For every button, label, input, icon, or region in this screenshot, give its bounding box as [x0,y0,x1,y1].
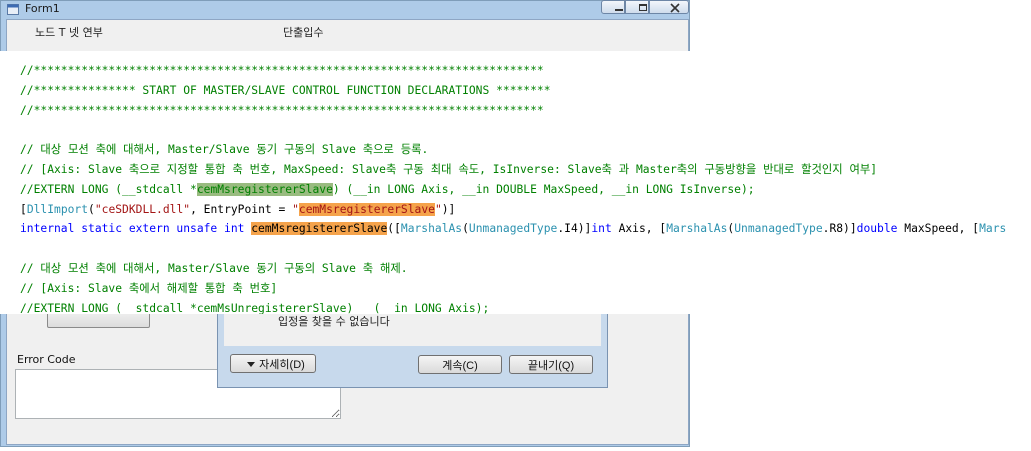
code-token: " [434,202,442,216]
code-line: // [Axis: Slave 축에서 해제할 통합 축 번호] [20,279,1006,299]
code-line: ​ [20,239,1006,259]
code-token: Mars [979,222,1007,236]
code-token: // 대상 모션 축에 대해서, Master/Slave 동기 구동의 Sla… [20,143,429,157]
code-line: ​ [20,120,1006,140]
close-icon [670,3,680,13]
window-title: Form1 [25,2,60,15]
highlighted-token: cemMsregistererSlave [251,222,388,236]
code-line: // 대상 모션 축에 대해서, Master/Slave 동기 구동의 Sla… [20,259,1006,279]
code-token: // [Axis: Slave 축으로 지정할 통합 축 번호, MaxSpee… [20,162,878,176]
code-block: //**************************************… [20,61,1006,314]
code-token: double [856,222,898,236]
code-token: "ceSDKDLL.dll" [94,202,191,216]
title-bar[interactable]: Form1 [1,0,689,19]
code-token: DllImport [26,202,89,216]
code-line: //**************************************… [20,61,1006,81]
code-line: //*************** START OF MASTER/SLAVE … [20,81,1006,101]
code-token: internal static extern unsafe int [20,222,252,236]
code-token: [ [20,202,27,216]
code-token: //*************** START OF MASTER/SLAVE … [20,83,551,97]
quit-button[interactable]: 끝내기(Q) [509,355,593,374]
code-token: UnmanagedType [468,222,558,236]
details-button[interactable]: 자세히(D) [230,354,316,373]
code-line: // [Axis: Slave 축으로 지정할 통합 축 번호, MaxSpee… [20,160,1006,180]
code-token: MaxSpeed, [ [897,222,980,236]
code-token: " [292,202,299,216]
code-token: // [Axis: Slave 축에서 해제할 통합 축 번호] [20,281,278,295]
error-dialog [217,305,608,388]
code-token: //**************************************… [20,64,544,77]
code-token: //**************************************… [20,103,544,117]
minimize-button[interactable] [601,0,625,14]
code-editor-panel: //**************************************… [0,51,1031,314]
node-label-partial: 노드 T 넷 연부 [35,26,103,39]
code-token: //EXTERN LONG (__stdcall * [20,182,197,196]
code-token: int [591,222,612,236]
code-line: //EXTERN LONG (__stdcall *cemMsUnregiste… [20,299,1006,314]
code-line: //**************************************… [20,101,1006,121]
continue-button[interactable]: 계속(C) [418,355,502,374]
code-token: ([ [387,222,401,236]
code-token: , EntryPoint = [190,202,293,216]
code-line: //EXTERN LONG (__stdcall *cemMsregistere… [20,180,1006,200]
code-token: // 대상 모션 축에 대해서, Master/Slave 동기 구동의 Sla… [20,261,408,275]
code-token: .R8)] [822,222,857,236]
code-token: UnmanagedType [734,222,823,236]
code-token: ) (__in LONG Axis, __in DOUBLE MaxSpeed,… [332,182,755,196]
error-code-label: Error Code [17,353,76,366]
code-token: Axis, [ [611,222,667,236]
close-button[interactable] [649,0,689,14]
chevron-down-icon [247,361,256,367]
code-token: .I4)] [557,222,592,236]
highlighted-token: cemMsregistererSlave [196,182,333,196]
code-token: ( [462,222,469,236]
dialog-message: 입정을 찾을 수 없습니다 [278,315,390,328]
code-token: MarshalAs [666,222,728,236]
maximize-button[interactable] [625,0,649,14]
app-icon [7,4,19,15]
code-line: internal static extern unsafe int cemMsr… [20,219,1006,239]
code-token: ( [88,202,95,216]
highlighted-token: cemMsregistererSlave [298,202,435,216]
count-label-partial: 단출입수 [283,26,324,39]
code-line: [DllImport("ceSDKDLL.dll", EntryPoint = … [20,200,1006,220]
code-line: // 대상 모션 축에 대해서, Master/Slave 동기 구동의 Sla… [20,140,1006,160]
details-button-label: 자세히(D) [259,358,305,371]
code-token: MarshalAs [400,222,463,236]
code-token: //EXTERN LONG (__stdcall *cemMsUnregiste… [20,301,490,314]
code-token: )] [441,202,456,216]
